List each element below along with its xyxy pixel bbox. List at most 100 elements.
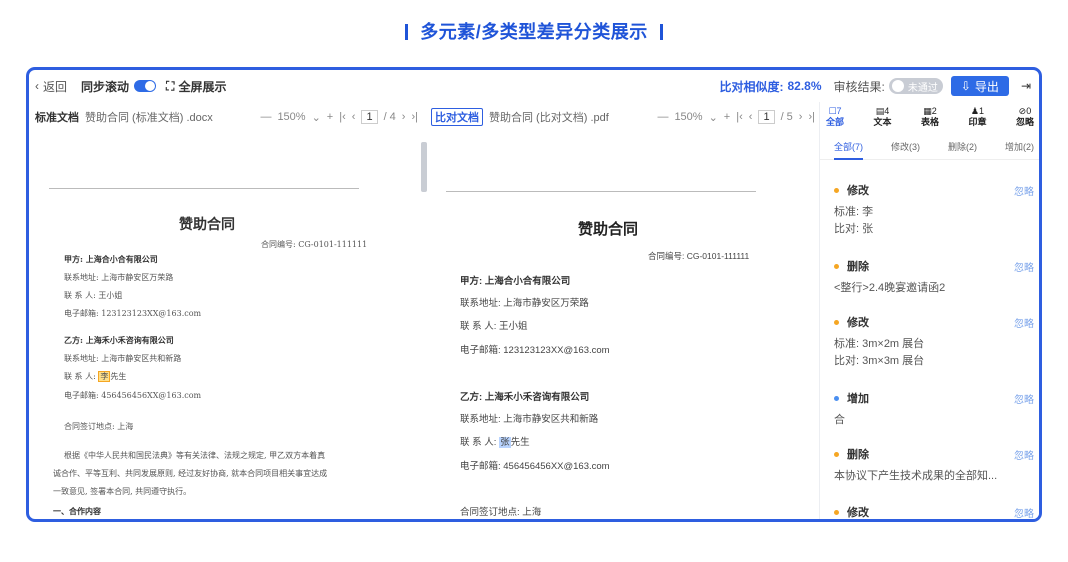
similarity-value: 82.8%	[787, 79, 822, 93]
right-line: 联 系 人: 王小姐	[460, 321, 528, 332]
similarity-label: 比对相似度:	[719, 79, 784, 94]
chevron-down-icon[interactable]: ⌄	[312, 111, 321, 124]
fullscreen-label: 全屏展示	[178, 79, 227, 94]
diff-highlight[interactable]: 李	[98, 371, 111, 382]
category-count: 1	[978, 106, 984, 116]
last-page-icon[interactable]: ›|	[808, 111, 815, 123]
diff-detail: <整行>2.4晚宴邀请函2	[834, 282, 946, 294]
chevron-left-icon: ‹	[35, 79, 39, 93]
audit-label: 审核结果:	[833, 79, 885, 94]
diff-category-filter: ☐7 全部 ▤4 文本 ▦2 表格 ♟1 印章 ⊘0 忽略	[820, 102, 1039, 128]
left-contact-label: 联 系 人:	[64, 372, 99, 381]
left-line: 联系地址: 上海市静安区万荣路	[64, 273, 174, 282]
text-icon: ▤	[875, 106, 885, 116]
category-all[interactable]: ☐7 全部	[826, 106, 844, 128]
left-contract-no: 合同编号: CG-0101-111111	[261, 240, 368, 249]
download-icon: ⇩	[960, 79, 971, 93]
right-doc-title: 赞助合同	[578, 221, 639, 238]
category-label: 忽略	[1015, 117, 1034, 127]
diff-item[interactable]: 修改 忽略	[834, 504, 1034, 520]
audit-toggle[interactable]: 未通过	[888, 78, 943, 94]
ignore-link[interactable]: 忽略	[1014, 391, 1034, 406]
diff-item[interactable]: 删除 忽略 本协议下产生技术成果的全部知...	[834, 446, 1034, 485]
category-ignore[interactable]: ⊘0 忽略	[1016, 106, 1034, 128]
right-line: 联系地址: 上海市静安区万荣路	[460, 298, 589, 309]
sync-scroll-label: 同步滚动	[81, 79, 130, 94]
fullscreen-button[interactable]: ⛶ 全屏展示	[166, 78, 226, 95]
left-line: 甲方: 上海合小合有限公司	[64, 254, 158, 264]
first-page-icon[interactable]: |‹	[339, 111, 346, 123]
diff-item[interactable]: 删除 忽略 <整行>2.4晚宴邀请函2	[834, 258, 1034, 297]
status-dot	[834, 395, 839, 401]
next-page-icon[interactable]: ›	[799, 111, 803, 123]
right-line: 电子邮箱: 456456456XX@163.com	[460, 461, 610, 472]
toggle-knob	[891, 80, 904, 92]
page-banner: 多元素/多类型差异分类展示	[0, 18, 1068, 44]
chevron-down-icon[interactable]: ⌄	[709, 111, 718, 124]
zoom-in-icon[interactable]: +	[327, 111, 333, 123]
right-zoom-select[interactable]: 150%	[674, 111, 702, 123]
ignore-link[interactable]: 忽略	[1014, 183, 1034, 198]
sync-scroll-toggle[interactable]	[134, 80, 157, 92]
prev-page-icon[interactable]: ‹	[749, 111, 753, 123]
left-line: 电子邮箱: 456456456XX@163.com	[64, 391, 202, 400]
diff-type: 增加	[847, 393, 869, 405]
tab-deleted[interactable]: 删除(2)	[948, 140, 977, 159]
diff-highlight[interactable]: 张	[499, 437, 511, 448]
first-page-icon[interactable]: |‹	[736, 111, 743, 123]
collapse-panel-icon[interactable]: ⇥	[1021, 79, 1031, 93]
right-doc-tag: 比对文档	[431, 108, 483, 126]
audit-result: 审核结果: 未通过	[834, 78, 943, 95]
ignore-link[interactable]: 忽略	[1014, 447, 1034, 462]
category-seal[interactable]: ♟1 印章	[968, 106, 986, 128]
export-button[interactable]: ⇩ 导出	[950, 76, 1009, 96]
export-label: 导出	[974, 79, 999, 94]
split-drag-handle[interactable]	[421, 142, 427, 192]
diff-item[interactable]: 修改 忽略 标准: 3m×2m 展台 比对: 3m×3m 展台	[834, 314, 1034, 370]
ignore-link[interactable]: 忽略	[1014, 315, 1034, 330]
ignore-link[interactable]: 忽略	[1014, 505, 1034, 520]
diff-type: 修改	[847, 507, 869, 519]
category-table[interactable]: ▦2 表格	[921, 106, 939, 128]
diff-item[interactable]: 修改 忽略 标准: 李比对: 张	[834, 182, 1034, 238]
tab-modified[interactable]: 修改(3)	[891, 140, 920, 159]
left-line: 电子邮箱: 123123123XX@163.com	[64, 309, 202, 318]
diff-type: 删除	[847, 449, 869, 461]
left-page-total: / 4	[383, 111, 396, 123]
left-line: 联系地址: 上海市静安区共和新路	[64, 354, 182, 363]
zoom-out-icon[interactable]: —	[657, 111, 668, 123]
left-page-input[interactable]: 1	[361, 110, 378, 124]
zoom-in-icon[interactable]: +	[724, 111, 730, 123]
zoom-out-icon[interactable]: —	[260, 111, 271, 123]
left-line: 联 系 人: 王小姐	[64, 291, 123, 300]
left-line: 一、合作内容	[53, 506, 101, 516]
diff-item[interactable]: 增加 忽略 合	[834, 390, 1034, 429]
back-button[interactable]: ‹ 返回	[35, 78, 67, 95]
right-contact-label: 联 系 人:	[460, 437, 500, 448]
category-text[interactable]: ▤4 文本	[873, 106, 891, 128]
last-page-icon[interactable]: ›|	[411, 111, 418, 123]
category-count: 2	[931, 106, 937, 116]
status-dot	[834, 187, 839, 193]
diff-detail: 比对: 张	[834, 223, 874, 235]
tab-all[interactable]: 全部(7)	[834, 140, 863, 160]
ignore-link[interactable]: 忽略	[1014, 259, 1034, 274]
category-count: 4	[884, 106, 890, 116]
right-page-input[interactable]: 1	[758, 110, 775, 124]
right-line: 甲方: 上海合小合有限公司	[460, 276, 571, 287]
left-zoom-select[interactable]: 150%	[277, 111, 305, 123]
tab-added[interactable]: 增加(2)	[1005, 140, 1034, 159]
next-page-icon[interactable]: ›	[402, 111, 406, 123]
diff-type: 删除	[847, 261, 869, 273]
page-top-rule	[446, 191, 756, 192]
diff-detail: 标准: 3m×2m 展台	[834, 338, 925, 350]
status-dot	[834, 319, 839, 325]
diff-type: 修改	[847, 185, 869, 197]
right-line: 合同签订地点: 上海	[460, 507, 542, 518]
diff-detail: 比对: 3m×3m 展台	[834, 355, 925, 367]
diff-detail: 标准: 李	[834, 206, 874, 218]
compare-app-window: ‹ 返回 同步滚动 ⛶ 全屏展示 比对相似度: 82.8% 审核结果: 未通过 …	[26, 67, 1042, 522]
left-contact-suffix: 先生	[110, 372, 127, 381]
left-line: 诚合作、平等互利、共同发展原则, 经过友好协商, 就本合同项目相关事宜达成	[53, 469, 328, 478]
prev-page-icon[interactable]: ‹	[352, 111, 356, 123]
